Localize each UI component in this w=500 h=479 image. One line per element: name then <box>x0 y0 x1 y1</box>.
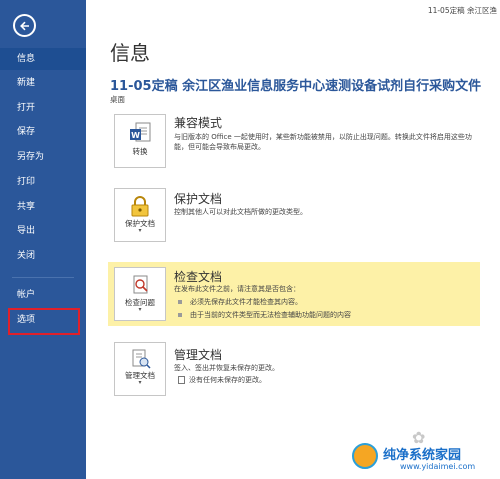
chevron-down-icon: ▾ <box>138 227 142 234</box>
inspect-bullet-2: 由于当前的文件类型而无法检查辅助功能问题的内容 <box>178 310 351 320</box>
manage-document-button[interactable]: 管理文档 ▾ <box>114 342 166 396</box>
protect-document-description: 控制其他人可以对此文档所做的更改类型。 <box>174 208 307 216</box>
sidebar-item-open[interactable]: 打开 <box>0 97 86 119</box>
options-highlight-box <box>8 308 80 335</box>
sidebar-item-new[interactable]: 新建 <box>0 72 86 94</box>
inspect-document-icon <box>133 275 148 294</box>
back-button[interactable] <box>13 14 36 37</box>
document-small-icon <box>178 376 185 384</box>
sidebar-item-info[interactable]: 信息 <box>0 48 86 70</box>
window-title: 11-05定稿 余江区渔 <box>427 6 497 15</box>
manage-document-icon <box>132 349 151 369</box>
compat-mode-description: 与旧版本的 Office 一起使用时，某些新功能被禁用，以防止出现问题。转换此文… <box>174 133 472 151</box>
inspect-document-description: 在发布此文件之前，请注意其是否包含： <box>174 285 300 293</box>
compat-mode-title: 兼容模式 <box>174 116 223 130</box>
manage-document-description: 签入、签出并恢复未保存的更改。 <box>174 364 279 372</box>
watermark-text: 纯净系统家园 <box>383 448 462 463</box>
lock-key-icon <box>131 196 149 217</box>
svg-text:W: W <box>131 131 140 140</box>
document-name: 11-05定稿 余江区渔业信息服务中心速测设备试剂自行采购文件 <box>110 79 482 94</box>
protect-document-section: 保护文档 ▾ 保护文档 控制其他人可以对此文档所做的更改类型。 <box>108 184 480 246</box>
manage-bullet-1-text: 没有任何未保存的更改。 <box>189 376 266 384</box>
protect-document-title: 保护文档 <box>174 192 223 206</box>
sidebar-item-print[interactable]: 打印 <box>0 171 86 193</box>
manage-document-title: 管理文档 <box>174 348 223 362</box>
page-title: 信息 <box>110 41 150 65</box>
compat-mode-section: W 转换 兼容模式 与旧版本的 Office 一起使用时，某些新功能被禁用，以防… <box>108 110 480 176</box>
manage-bullet-1: 没有任何未保存的更改。 <box>178 375 266 385</box>
inspect-bullet-1: 必须先保存此文件才能检查其内容。 <box>178 297 302 307</box>
sidebar-divider <box>12 277 74 278</box>
convert-button-label: 转换 <box>132 147 148 156</box>
sidebar-item-export[interactable]: 导出 <box>0 220 86 242</box>
sidebar-item-save-as[interactable]: 另存为 <box>0 146 86 168</box>
chevron-down-icon: ▾ <box>138 306 142 313</box>
inspect-document-title: 检查文档 <box>174 270 223 284</box>
document-location[interactable]: 桌面 <box>110 94 125 105</box>
chevron-down-icon: ▾ <box>138 379 142 386</box>
word-convert-icon: W <box>130 122 151 142</box>
site-logo-icon <box>352 443 378 469</box>
convert-button[interactable]: W 转换 <box>114 114 166 168</box>
backstage-sidebar: 信息 新建 打开 保存 另存为 打印 共享 导出 关闭 帐户 选项 <box>0 0 86 479</box>
watermark-url: www.yidaimei.com <box>400 462 476 471</box>
manage-document-section: 管理文档 ▾ 管理文档 签入、签出并恢复未保存的更改。 没有任何未保存的更改。 <box>108 338 480 400</box>
sidebar-item-save[interactable]: 保存 <box>0 121 86 143</box>
check-issues-button[interactable]: 检查问题 ▾ <box>114 267 166 321</box>
sidebar-item-close[interactable]: 关闭 <box>0 245 86 267</box>
sidebar-item-account[interactable]: 帐户 <box>0 284 86 306</box>
sidebar-item-share[interactable]: 共享 <box>0 196 86 218</box>
inspect-document-section: 检查问题 ▾ 检查文档 在发布此文件之前，请注意其是否包含： 必须先保存此文件才… <box>108 262 480 326</box>
back-arrow-icon <box>19 21 29 30</box>
protect-document-button[interactable]: 保护文档 ▾ <box>114 188 166 242</box>
